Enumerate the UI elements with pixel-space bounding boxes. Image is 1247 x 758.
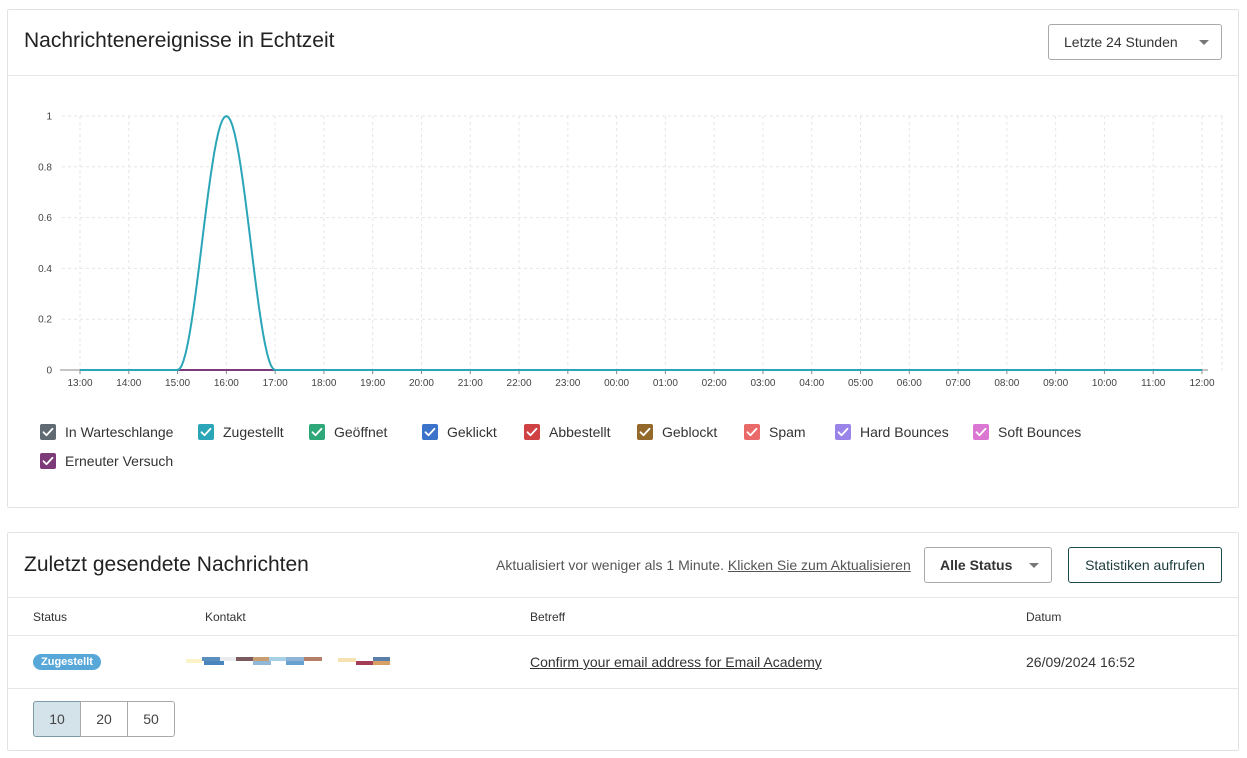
redacted-contact <box>186 657 390 665</box>
x-tick-labels: 13:00 14:00 15:00 16:00 17:00 18:00 19:00 20:00… <box>67 378 1214 389</box>
checkbox-checked-icon[interactable] <box>40 424 56 440</box>
y-tick-labels: 0 0.2 0.4 0.6 0.8 1 <box>38 112 52 377</box>
x-tick-label: 23:00 <box>555 378 580 389</box>
time-range-value: Letzte 24 Stunden <box>1064 34 1178 50</box>
events-panel-title: Nachrichtenereignisse in Echtzeit <box>24 29 335 52</box>
y-tick-label: 0.8 <box>38 162 52 173</box>
y-tick-label: 0.2 <box>38 315 52 326</box>
checkbox-checked-icon[interactable] <box>524 424 540 440</box>
x-tick-label: 00:00 <box>604 378 629 389</box>
x-tick-label: 02:00 <box>702 378 727 389</box>
legend-item[interactable]: Soft Bounces <box>973 424 1081 440</box>
table-header-divider <box>8 635 1238 636</box>
chevron-down-icon <box>1029 563 1039 568</box>
legend-item[interactable]: In Warteschlange <box>40 424 173 440</box>
x-tick-label: 07:00 <box>946 378 971 389</box>
x-tick-label: 16:00 <box>214 378 239 389</box>
legend-label: Zugestellt <box>223 424 284 440</box>
x-tick-label: 21:00 <box>458 378 483 389</box>
legend-label: Erneuter Versuch <box>65 453 174 469</box>
checkbox-checked-icon[interactable] <box>744 424 760 440</box>
x-tick-label: 22:00 <box>507 378 532 389</box>
x-tick-label: 10:00 <box>1092 378 1117 389</box>
page-size-10[interactable]: 10 <box>33 701 81 737</box>
status-filter-value: Alle Status <box>940 557 1013 573</box>
x-tick-label: 18:00 <box>311 378 336 389</box>
recent-panel-title: Zuletzt gesendete Nachrichten <box>24 553 309 576</box>
status-filter-select[interactable]: Alle Status <box>924 547 1052 583</box>
checkbox-checked-icon[interactable] <box>422 424 438 440</box>
legend-item[interactable]: Erneuter Versuch <box>40 453 173 469</box>
y-tick-label: 1 <box>46 112 52 123</box>
events-panel: Nachrichtenereignisse in Echtzeit Letzte… <box>7 9 1239 508</box>
legend-item[interactable]: Geöffnet <box>309 424 387 440</box>
refresh-info: Aktualisiert vor weniger als 1 Minute. K… <box>496 557 911 573</box>
events-line-chart: 0 0.2 0.4 0.6 0.8 1 13:00 14:00 15:00 16:00 17:00… <box>38 112 1223 389</box>
refresh-link[interactable]: Klicken Sie zum Aktualisieren <box>728 557 911 573</box>
chart-grid <box>62 115 1223 370</box>
legend-label: Spam <box>769 424 806 440</box>
x-tick-label: 08:00 <box>994 378 1019 389</box>
time-range-select[interactable]: Letzte 24 Stunden <box>1048 24 1222 60</box>
x-tick-label: 19:00 <box>360 378 385 389</box>
sent-date: 26/09/2024 16:52 <box>1026 654 1135 670</box>
row-divider <box>8 688 1238 689</box>
legend-item[interactable]: Geklickt <box>422 424 497 440</box>
x-tick-label: 12:00 <box>1189 378 1214 389</box>
legend-label: Soft Bounces <box>998 424 1082 440</box>
x-tick-label: 14:00 <box>116 378 141 389</box>
legend-label: Geöffnet <box>334 424 388 440</box>
chart-series <box>80 114 1202 371</box>
x-tick-label: 13:00 <box>67 378 92 389</box>
refresh-text: Aktualisiert vor weniger als 1 Minute. <box>496 557 724 573</box>
x-tick-label: 20:00 <box>409 378 434 389</box>
x-tick-label: 01:00 <box>653 378 678 389</box>
y-tick-label: 0.6 <box>38 213 52 224</box>
legend-item[interactable]: Geblockt <box>637 424 717 440</box>
page-size-50[interactable]: 50 <box>127 701 175 737</box>
page-size-20[interactable]: 20 <box>80 701 128 737</box>
y-tick-label: 0.4 <box>38 264 52 275</box>
x-tick-label: 05:00 <box>848 378 873 389</box>
x-tick-label: 11:00 <box>1141 378 1166 389</box>
x-tick-label: 04:00 <box>799 378 824 389</box>
column-header-date[interactable]: Datum <box>1026 610 1061 624</box>
status-badge: Zugestellt <box>33 654 101 670</box>
chevron-down-icon <box>1199 40 1209 45</box>
legend-label: In Warteschlange <box>65 424 174 440</box>
x-tick-label: 03:00 <box>750 378 775 389</box>
legend-item[interactable]: Zugestellt <box>198 424 284 440</box>
view-statistics-button[interactable]: Statistiken aufrufen <box>1068 547 1222 583</box>
x-tick-label: 09:00 <box>1043 378 1068 389</box>
subject-link[interactable]: Confirm your email address for Email Aca… <box>530 654 822 670</box>
checkbox-checked-icon[interactable] <box>40 453 56 469</box>
checkbox-checked-icon[interactable] <box>973 424 989 440</box>
series-line-zugestellt <box>80 114 1202 371</box>
recent-messages-panel: Zuletzt gesendete Nachrichten Aktualisie… <box>7 532 1239 751</box>
x-tick-label: 15:00 <box>165 378 190 389</box>
checkbox-checked-icon[interactable] <box>309 424 325 440</box>
checkbox-checked-icon[interactable] <box>198 424 214 440</box>
legend-item[interactable]: Hard Bounces <box>835 424 949 440</box>
column-header-contact[interactable]: Kontakt <box>205 610 246 624</box>
page-size-selector: 10 20 50 <box>33 701 175 737</box>
checkbox-checked-icon[interactable] <box>835 424 851 440</box>
legend-label: Geklickt <box>447 424 497 440</box>
checkbox-checked-icon[interactable] <box>637 424 653 440</box>
column-header-subject[interactable]: Betreff <box>530 610 565 624</box>
header-divider <box>8 597 1238 598</box>
legend-item[interactable]: Abbestellt <box>524 424 610 440</box>
legend-label: Abbestellt <box>549 424 611 440</box>
column-header-status[interactable]: Status <box>33 610 67 624</box>
x-tick-label: 17:00 <box>263 378 288 389</box>
x-tick-label: 06:00 <box>897 378 922 389</box>
legend-item[interactable]: Spam <box>744 424 806 440</box>
legend-label: Hard Bounces <box>860 424 949 440</box>
y-tick-label: 0 <box>46 366 52 377</box>
legend-label: Geblockt <box>662 424 718 440</box>
